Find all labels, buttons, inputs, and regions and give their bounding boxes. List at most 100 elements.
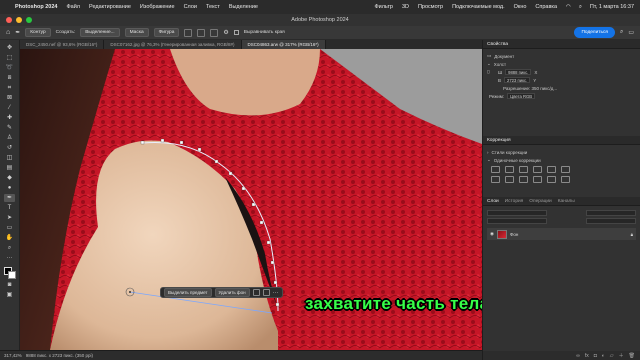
make-shape-button[interactable]: Фигура	[153, 28, 180, 37]
invert-icon[interactable]	[547, 176, 556, 183]
eraser-tool-icon[interactable]: ◫	[4, 154, 15, 162]
tab-layers[interactable]: Слои	[487, 197, 499, 205]
layer-row[interactable]: ◉ Фон 🔒︎	[487, 228, 636, 240]
gradient-map-icon[interactable]	[561, 176, 570, 183]
healing-brush-tool-icon[interactable]: ✚	[4, 114, 15, 122]
tab-document-2[interactable]: DSC07162.jpg @ 76,3% (Генерированная зал…	[104, 40, 242, 49]
crop-tool-icon[interactable]: ⌗	[4, 84, 15, 92]
blend-mode-select[interactable]	[487, 218, 547, 224]
width-field[interactable]: 9888 пикс.	[505, 69, 532, 75]
mode-select[interactable]: Цвета RGB	[507, 93, 536, 99]
screen-mode-icon[interactable]: ▣	[4, 291, 15, 299]
menu-window[interactable]: Окно	[514, 4, 527, 10]
object-select-tool-icon[interactable]: ⧈	[4, 74, 15, 82]
corr-styles-row[interactable]: › Стили коррекции	[483, 148, 640, 156]
path-arrange-icon[interactable]	[210, 28, 219, 37]
settings-gear-icon[interactable]: ⚙	[223, 29, 228, 36]
chevron-down-icon[interactable]: ⌄	[487, 157, 491, 163]
hand-tool-icon[interactable]: ✋	[4, 234, 15, 242]
curves-icon[interactable]	[519, 166, 528, 173]
tab-document-3[interactable]: DSC04863.arw @ 317% (RGB/16*)	[241, 40, 326, 49]
layer-kind-filter[interactable]	[487, 210, 547, 216]
canvas-section[interactable]: ⌄ Холст	[483, 60, 640, 68]
more-tools-icon[interactable]: ···	[4, 254, 15, 262]
new-layer-icon[interactable]: ＋	[619, 352, 624, 359]
tab-history[interactable]: История	[505, 197, 524, 205]
height-field[interactable]: 2723 пикс.	[504, 77, 531, 83]
chevron-down-icon[interactable]: ⌄	[487, 61, 491, 67]
history-brush-tool-icon[interactable]: ↺	[4, 144, 15, 152]
adjust-icon[interactable]	[262, 289, 270, 296]
tab-document-1[interactable]: DSC_2450.nef @ 93,6% (RGB/16*)	[20, 40, 105, 49]
make-selection-button[interactable]: Выделение...	[80, 28, 120, 37]
single-corr-row[interactable]: ⌄ Одиночные коррекции	[483, 156, 640, 164]
rectangle-tool-icon[interactable]: ▭	[4, 224, 15, 232]
path-operations-icon[interactable]	[184, 28, 193, 37]
path-selection-tool-icon[interactable]: ➤	[4, 214, 15, 222]
marquee-tool-icon[interactable]: ⬚	[4, 54, 15, 62]
make-mask-button[interactable]: Маска	[124, 28, 149, 37]
color-swatches[interactable]	[3, 267, 16, 279]
more-options-icon[interactable]: ···	[273, 290, 279, 296]
menu-select[interactable]: Выделение	[229, 4, 258, 10]
menu-type[interactable]: Текст	[206, 4, 220, 10]
channel-mixer-icon[interactable]	[533, 176, 542, 183]
levels-icon[interactable]	[505, 166, 514, 173]
menu-3d[interactable]: 3D	[402, 4, 409, 10]
tab-actions[interactable]: Операции	[529, 197, 551, 205]
menu-edit[interactable]: Редактирование	[89, 4, 131, 10]
black-white-icon[interactable]	[505, 176, 514, 183]
type-tool-icon[interactable]: T	[4, 204, 15, 212]
orientation-icon[interactable]: ▯	[487, 69, 495, 75]
frame-tool-icon[interactable]: ⊠	[4, 94, 15, 102]
menu-layers[interactable]: Слои	[184, 4, 197, 10]
opacity-field[interactable]	[586, 210, 636, 216]
document-canvas[interactable]: захватите часть тела	[20, 49, 482, 350]
fill-field[interactable]	[586, 218, 636, 224]
pen-mode-select[interactable]: Контур	[25, 28, 51, 37]
remove-background-button[interactable]: Удалить фон	[214, 288, 250, 297]
vibrance-icon[interactable]	[547, 166, 556, 173]
move-tool-icon[interactable]: ✥	[4, 44, 15, 52]
fx-icon[interactable]: fx	[585, 353, 589, 359]
home-icon[interactable]: ⌂	[6, 29, 10, 36]
path-alignment-icon[interactable]	[197, 28, 206, 37]
menu-image[interactable]: Изображение	[140, 4, 175, 10]
quick-mask-icon[interactable]: ◙	[4, 281, 15, 289]
blur-tool-icon[interactable]: ◆	[4, 174, 15, 182]
new-adjustment-icon[interactable]: ◐	[602, 353, 605, 359]
link-layers-icon[interactable]: ∞	[576, 353, 580, 359]
share-button[interactable]: Поделиться	[574, 27, 615, 38]
workspace-icon[interactable]: ▭	[628, 29, 634, 36]
menu-help[interactable]: Справка	[535, 4, 557, 10]
search-icon[interactable]: ⌕	[579, 4, 582, 11]
menu-filter[interactable]: Фильтр	[374, 4, 392, 10]
zoom-tool-icon[interactable]: ⌕	[4, 244, 15, 252]
color-balance-icon[interactable]	[491, 176, 500, 183]
eyedropper-tool-icon[interactable]: ⁄	[4, 104, 15, 112]
transform-icon[interactable]	[252, 289, 260, 296]
background-color-swatch[interactable]	[7, 271, 16, 279]
brightness-icon[interactable]	[491, 166, 500, 173]
menu-plugins[interactable]: Подключаемые мод.	[452, 4, 505, 10]
properties-panel-header[interactable]: Свойства	[483, 40, 640, 49]
chevron-right-icon[interactable]: ›	[487, 150, 489, 155]
corrections-panel-header[interactable]: Коррекция	[483, 136, 640, 145]
zoom-level[interactable]: 317,42%	[4, 353, 22, 358]
wifi-icon[interactable]: ◠	[566, 4, 571, 10]
pen-tool-icon[interactable]: ✒	[15, 29, 20, 36]
align-edges-checkbox[interactable]	[233, 30, 239, 35]
app-menu[interactable]: Photoshop 2024	[15, 4, 57, 10]
menu-view[interactable]: Просмотр	[418, 4, 443, 10]
clone-stamp-tool-icon[interactable]: ♙	[4, 134, 15, 142]
search-panel-icon[interactable]: ⌕	[620, 29, 623, 36]
eye-icon[interactable]: ◉	[490, 231, 494, 237]
pen-tool-active-icon[interactable]: ✒	[4, 194, 15, 202]
add-mask-icon[interactable]: ◘	[594, 353, 597, 359]
tab-channels[interactable]: Каналы	[558, 197, 575, 205]
menu-file[interactable]: Файл	[66, 4, 80, 10]
new-group-icon[interactable]: ▱	[610, 353, 614, 359]
gradient-tool-icon[interactable]: ▤	[4, 164, 15, 172]
brush-tool-icon[interactable]: ✎	[4, 124, 15, 132]
dodge-tool-icon[interactable]: ●	[4, 184, 15, 192]
